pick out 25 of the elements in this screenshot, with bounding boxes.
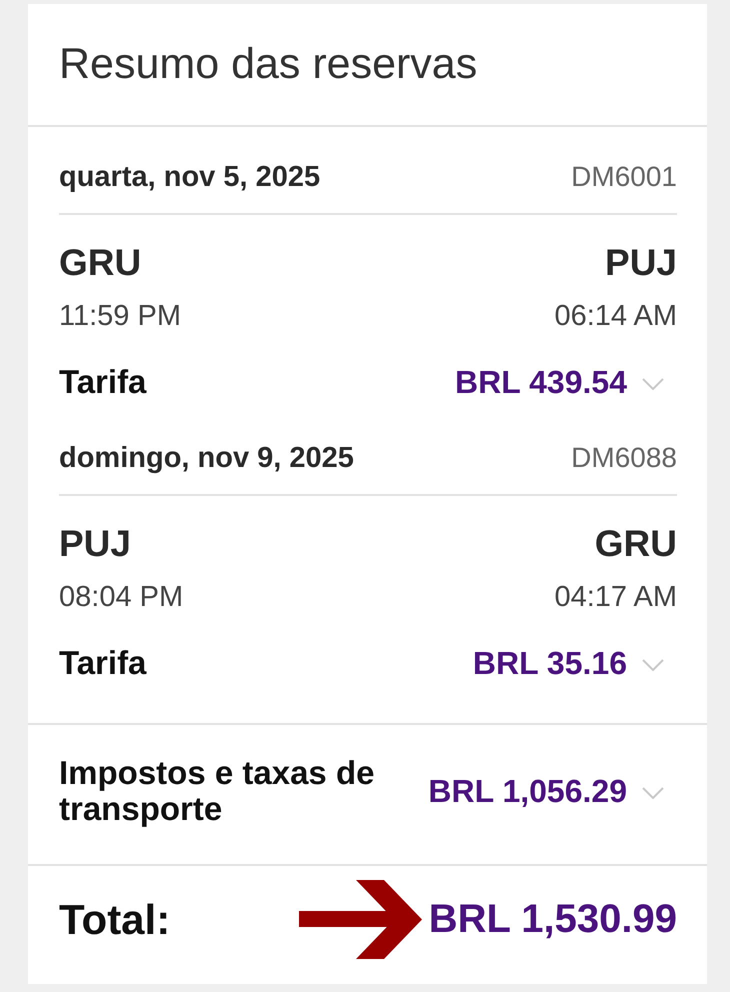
flight-number: DM6088 xyxy=(571,442,677,474)
arrival-time: 04:17 AM xyxy=(554,580,677,614)
chevron-icon[interactable] xyxy=(642,787,664,799)
arrow-icon xyxy=(298,880,422,959)
chevron-icon[interactable] xyxy=(642,378,664,390)
total-label: Total: xyxy=(59,896,170,944)
fare-amount: BRL 439.54 xyxy=(455,364,627,400)
chevron-icon[interactable] xyxy=(642,659,664,671)
origin-airport-code: GRU xyxy=(59,242,142,284)
flight-number: DM6001 xyxy=(571,161,677,193)
flight-date: quarta, nov 5, 2025 xyxy=(59,160,320,194)
destination-airport-code: PUJ xyxy=(605,242,677,284)
taxes-label: Impostos e taxas de transporte xyxy=(59,755,376,827)
total-amount: BRL 1,530.99 xyxy=(428,897,677,942)
flight-date: domingo, nov 9, 2025 xyxy=(59,442,354,474)
departure-time: 11:59 PM xyxy=(59,300,181,332)
departure-time: 08:04 PM xyxy=(59,580,184,614)
arrival-time: 06:14 AM xyxy=(554,300,677,332)
fare-amount: BRL 35.16 xyxy=(472,644,627,682)
origin-airport-code: PUJ xyxy=(59,523,131,565)
taxes-amount: BRL 1,056.29 xyxy=(428,772,627,810)
destination-airport-code: GRU xyxy=(594,523,677,565)
fare-label: Tarifa xyxy=(59,363,146,401)
fare-label: Tarifa xyxy=(59,644,146,682)
summary-title: Resumo das reservas xyxy=(59,40,478,88)
